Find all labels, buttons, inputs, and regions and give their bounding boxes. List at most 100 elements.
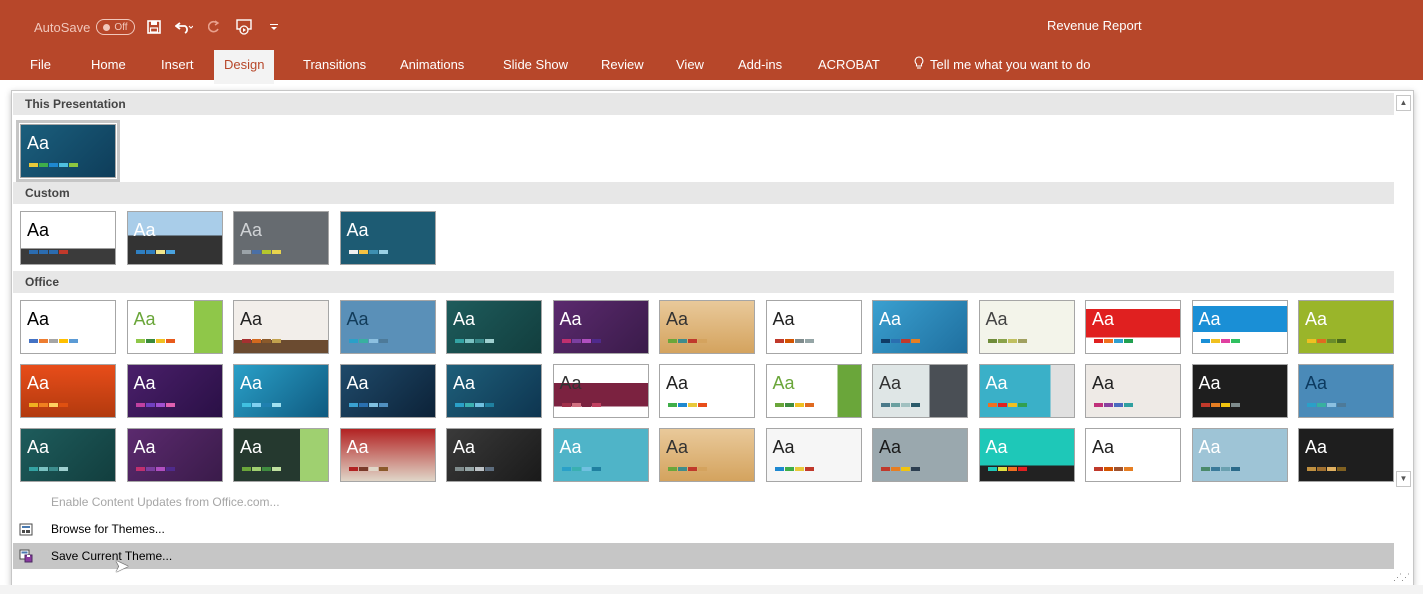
office-theme-1[interactable]: Aa xyxy=(20,300,116,354)
tell-me-text: Tell me what you want to do xyxy=(930,57,1091,72)
quick-access-toolbar: AutoSave Off xyxy=(34,17,285,37)
color-swatch xyxy=(135,467,145,471)
tab-add-ins[interactable]: Add-ins xyxy=(728,50,792,80)
office-theme-18[interactable]: Aa xyxy=(446,364,542,418)
color-swatch xyxy=(165,403,175,407)
tab-home[interactable]: Home xyxy=(81,50,136,80)
customize-qat-icon[interactable] xyxy=(263,17,285,37)
office-theme-16[interactable]: Aa xyxy=(233,364,329,418)
office-theme-8[interactable]: Aa xyxy=(765,300,862,354)
color-swatch xyxy=(368,403,378,407)
resize-grip[interactable]: ⋰⋰ xyxy=(1393,572,1410,583)
office-theme-3[interactable]: Aa xyxy=(233,300,329,354)
tab-file[interactable]: File xyxy=(20,50,61,80)
color-swatch xyxy=(997,403,1007,407)
custom-theme-2[interactable]: Aa xyxy=(126,211,223,265)
theme-sample-text: Aa xyxy=(1092,437,1115,457)
office-theme-13[interactable]: Aa xyxy=(1298,300,1394,354)
office-theme-20[interactable]: Aa xyxy=(659,364,755,418)
color-swatch xyxy=(59,250,68,254)
color-swatch xyxy=(59,467,68,471)
office-theme-10[interactable]: Aa xyxy=(978,300,1075,354)
office-theme-6[interactable]: Aa xyxy=(552,300,649,354)
theme-color-swatches xyxy=(1307,403,1347,407)
gallery-scroll-up-button[interactable]: ▲ xyxy=(1396,95,1411,111)
theme-color-swatches xyxy=(455,339,495,343)
office-theme-19[interactable]: Aa xyxy=(552,364,649,418)
office-theme-2[interactable]: Aa xyxy=(126,300,223,354)
color-swatch xyxy=(591,339,601,343)
color-swatch xyxy=(1094,339,1103,343)
custom-theme-4[interactable]: Aa xyxy=(339,211,436,265)
office-theme-27[interactable]: Aa xyxy=(20,428,116,482)
office-theme-32[interactable]: Aa xyxy=(552,428,649,482)
browse-for-themes-item[interactable]: Browse for Themes... xyxy=(13,516,1394,542)
office-theme-35[interactable]: Aa xyxy=(872,428,968,482)
office-theme-31[interactable]: Aa xyxy=(446,428,542,482)
save-icon[interactable] xyxy=(143,17,165,37)
color-swatch xyxy=(29,163,38,167)
color-swatch xyxy=(348,250,358,254)
color-swatch xyxy=(1017,339,1027,343)
theme-color-swatches xyxy=(242,403,282,407)
office-theme-33[interactable]: Aa xyxy=(659,428,755,482)
office-theme-30[interactable]: Aa xyxy=(339,428,436,482)
theme-color-swatches xyxy=(668,403,708,407)
office-theme-9[interactable]: Aa xyxy=(872,300,968,354)
office-theme-7[interactable]: Aa xyxy=(659,300,755,354)
office-theme-37[interactable]: Aa xyxy=(1085,428,1181,482)
office-theme-11[interactable]: Aa xyxy=(1085,300,1181,354)
office-theme-24[interactable]: Aa xyxy=(1085,364,1181,418)
tab-review[interactable]: Review xyxy=(591,50,654,80)
tab-acrobat[interactable]: ACROBAT xyxy=(808,50,890,80)
tab-view[interactable]: View xyxy=(666,50,714,80)
tab-transitions[interactable]: Transitions xyxy=(293,50,376,80)
office-theme-14[interactable]: Aa xyxy=(20,364,116,418)
color-swatch xyxy=(49,250,58,254)
office-theme-21[interactable]: Aa xyxy=(765,364,862,418)
office-theme-12[interactable]: Aa xyxy=(1191,300,1288,354)
color-swatch xyxy=(348,339,358,343)
theme-sample-text: Aa xyxy=(133,220,156,240)
tab-slide-show[interactable]: Slide Show xyxy=(493,50,578,80)
theme-sample-text: Aa xyxy=(346,373,369,393)
office-theme-25[interactable]: Aa xyxy=(1191,364,1288,418)
color-swatch xyxy=(348,403,358,407)
autosave-toggle[interactable]: Off xyxy=(96,19,135,35)
color-swatch xyxy=(561,339,571,343)
this-presentation-theme[interactable]: Aa xyxy=(16,120,120,182)
autosave-label: AutoSave xyxy=(34,19,91,35)
tab-insert[interactable]: Insert xyxy=(151,50,204,80)
save-current-theme-item[interactable]: Save Current Theme... xyxy=(13,543,1394,569)
gallery-scrollbar[interactable] xyxy=(1396,111,1411,469)
office-theme-29[interactable]: Aa xyxy=(233,428,329,482)
office-theme-26[interactable]: Aa xyxy=(1298,364,1394,418)
office-theme-5[interactable]: Aa xyxy=(446,300,542,354)
start-from-beginning-icon[interactable] xyxy=(233,17,255,37)
tab-animations[interactable]: Animations xyxy=(390,50,474,80)
office-theme-17[interactable]: Aa xyxy=(339,364,436,418)
tell-me-box[interactable]: Tell me what you want to do xyxy=(904,50,1100,80)
color-swatch xyxy=(688,467,697,471)
office-theme-15[interactable]: Aa xyxy=(126,364,223,418)
office-theme-22[interactable]: Aa xyxy=(872,364,968,418)
color-swatch xyxy=(1007,339,1017,343)
office-theme-38[interactable]: Aa xyxy=(1191,428,1288,482)
office-theme-4[interactable]: Aa xyxy=(339,300,436,354)
office-theme-34[interactable]: Aa xyxy=(765,428,862,482)
color-swatch xyxy=(252,403,261,407)
redo-icon[interactable] xyxy=(203,17,225,37)
office-theme-36[interactable]: Aa xyxy=(978,428,1075,482)
tab-design[interactable]: Design xyxy=(214,50,275,84)
custom-theme-3[interactable]: Aa xyxy=(233,211,329,265)
gallery-scroll-down-button[interactable]: ▼ xyxy=(1396,471,1411,487)
theme-sample-text: Aa xyxy=(879,437,902,457)
office-theme-28[interactable]: Aa xyxy=(126,428,223,482)
color-swatch xyxy=(881,403,890,407)
undo-icon[interactable] xyxy=(173,17,195,37)
color-swatch xyxy=(272,339,281,343)
office-theme-39[interactable]: Aa xyxy=(1298,428,1394,482)
theme-color-swatches xyxy=(1307,467,1347,471)
custom-theme-1[interactable]: Aa xyxy=(20,211,116,265)
office-theme-23[interactable]: Aa xyxy=(978,364,1075,418)
